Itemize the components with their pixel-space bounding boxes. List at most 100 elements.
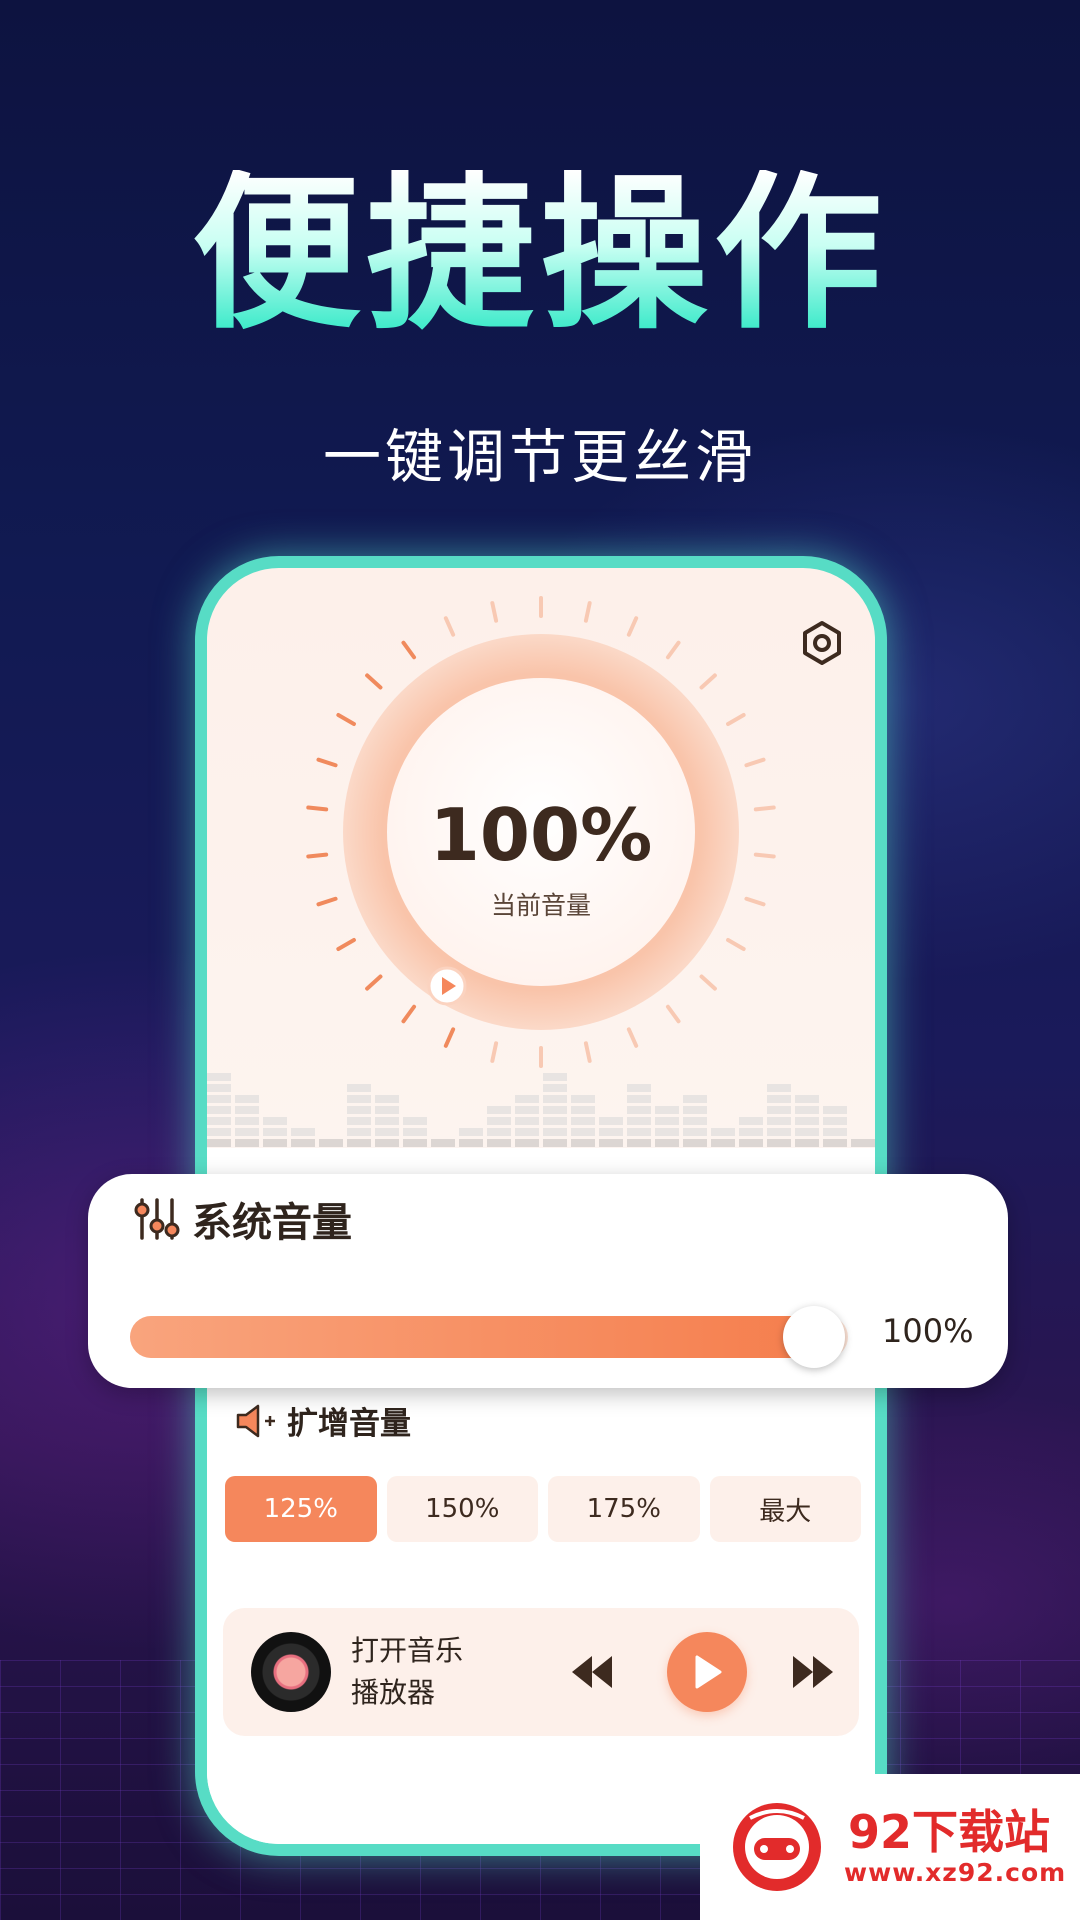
dial-tick — [336, 938, 356, 951]
eq-segment — [655, 1117, 679, 1125]
eq-segment — [571, 1106, 595, 1114]
eq-segment — [375, 1095, 399, 1103]
next-icon[interactable] — [789, 1652, 837, 1692]
eq-segment — [459, 1139, 483, 1147]
eq-segment — [683, 1139, 707, 1147]
eq-segment — [767, 1106, 791, 1114]
eq-segment — [487, 1117, 511, 1125]
eq-segment — [543, 1073, 567, 1081]
eq-segment — [347, 1139, 371, 1147]
dial-tick — [665, 1004, 681, 1024]
eq-segment — [543, 1106, 567, 1114]
eq-segment — [767, 1117, 791, 1125]
eq-segment — [599, 1117, 623, 1125]
system-volume-slider[interactable] — [130, 1306, 848, 1368]
eq-segment — [767, 1095, 791, 1103]
eq-segment — [739, 1117, 763, 1125]
eq-segment — [431, 1139, 455, 1147]
eq-segment — [795, 1117, 819, 1125]
eq-segment — [739, 1128, 763, 1136]
eq-segment — [207, 1106, 231, 1114]
slider-fill — [130, 1316, 822, 1358]
eq-segment — [207, 1095, 231, 1103]
eq-segment — [375, 1139, 399, 1147]
eq-segment — [207, 1084, 231, 1092]
eq-segment — [795, 1139, 819, 1147]
preset-max[interactable]: 最大 — [709, 1476, 861, 1542]
eq-segment — [347, 1117, 371, 1125]
eq-segment — [655, 1128, 679, 1136]
dial-tick — [316, 757, 338, 768]
eq-segment — [851, 1139, 875, 1147]
eq-segment — [627, 1084, 651, 1092]
eq-segment — [263, 1139, 287, 1147]
preset-125[interactable]: 125% — [225, 1476, 377, 1542]
eq-segment — [823, 1128, 847, 1136]
eq-segment — [767, 1128, 791, 1136]
dial-label: 当前音量 — [490, 891, 591, 920]
dial-tick — [365, 974, 383, 991]
play-icon — [695, 1655, 722, 1689]
boost-presets: 125% 150% 175% 最大 — [225, 1476, 861, 1542]
eq-segment — [459, 1128, 483, 1136]
dial-knob[interactable] — [427, 966, 467, 1006]
eq-segment — [291, 1128, 315, 1136]
preset-175[interactable]: 175% — [548, 1476, 700, 1542]
eq-segment — [795, 1095, 819, 1103]
slider-handle[interactable] — [783, 1306, 845, 1368]
eq-segment — [543, 1084, 567, 1092]
eq-segment — [627, 1106, 651, 1114]
player-label: 打开音乐 播放器 — [351, 1630, 501, 1714]
eq-segment — [487, 1139, 511, 1147]
music-player-card[interactable]: 打开音乐 播放器 — [223, 1608, 859, 1736]
watermark-url: www.xz92.com — [844, 1858, 1067, 1887]
watermark-title: 92下载站 — [848, 1805, 1051, 1859]
eq-segment — [739, 1139, 763, 1147]
dial-tick — [490, 601, 499, 623]
play-button[interactable] — [667, 1632, 747, 1712]
player-label-line1: 打开音乐 — [351, 1634, 464, 1667]
eq-segment — [515, 1128, 539, 1136]
eq-segment — [571, 1128, 595, 1136]
eq-segment — [823, 1139, 847, 1147]
dial-tick — [699, 974, 717, 991]
eq-segment — [627, 1117, 651, 1125]
eq-segment — [403, 1139, 427, 1147]
eq-segment — [599, 1139, 623, 1147]
eq-segment — [767, 1139, 791, 1147]
eq-segment — [599, 1128, 623, 1136]
eq-segment — [767, 1084, 791, 1092]
eq-segment — [795, 1106, 819, 1114]
eq-segment — [263, 1117, 287, 1125]
eq-segment — [291, 1139, 315, 1147]
eq-segment — [711, 1128, 735, 1136]
eq-segment — [403, 1128, 427, 1136]
eq-segment — [571, 1117, 595, 1125]
eq-segment — [235, 1095, 259, 1103]
eq-segment — [375, 1128, 399, 1136]
eq-segment — [263, 1128, 287, 1136]
eq-segment — [683, 1128, 707, 1136]
watermark-logo — [733, 1803, 821, 1891]
eq-segment — [795, 1128, 819, 1136]
eq-segment — [627, 1128, 651, 1136]
dial-value: 100% — [429, 793, 653, 877]
previous-icon[interactable] — [568, 1652, 616, 1692]
dial-tick — [443, 1027, 456, 1048]
dial-tick — [726, 713, 746, 726]
preset-150[interactable]: 150% — [386, 1476, 538, 1542]
eq-segment — [347, 1084, 371, 1092]
eq-segment — [207, 1117, 231, 1125]
eq-segment — [823, 1117, 847, 1125]
system-volume-label: 系统音量 — [192, 1200, 352, 1246]
watermark: 92下载站 www.xz92.com — [700, 1774, 1080, 1920]
eq-segment — [235, 1128, 259, 1136]
eq-segment — [543, 1128, 567, 1136]
boost-title: 扩增音量 — [235, 1398, 411, 1443]
system-volume-value: 100% — [882, 1312, 974, 1350]
eq-segment — [627, 1095, 651, 1103]
dial-tick — [365, 673, 383, 690]
eq-segment — [347, 1106, 371, 1114]
system-volume-card: 系统音量 100% — [88, 1174, 1008, 1388]
eq-segment — [543, 1095, 567, 1103]
